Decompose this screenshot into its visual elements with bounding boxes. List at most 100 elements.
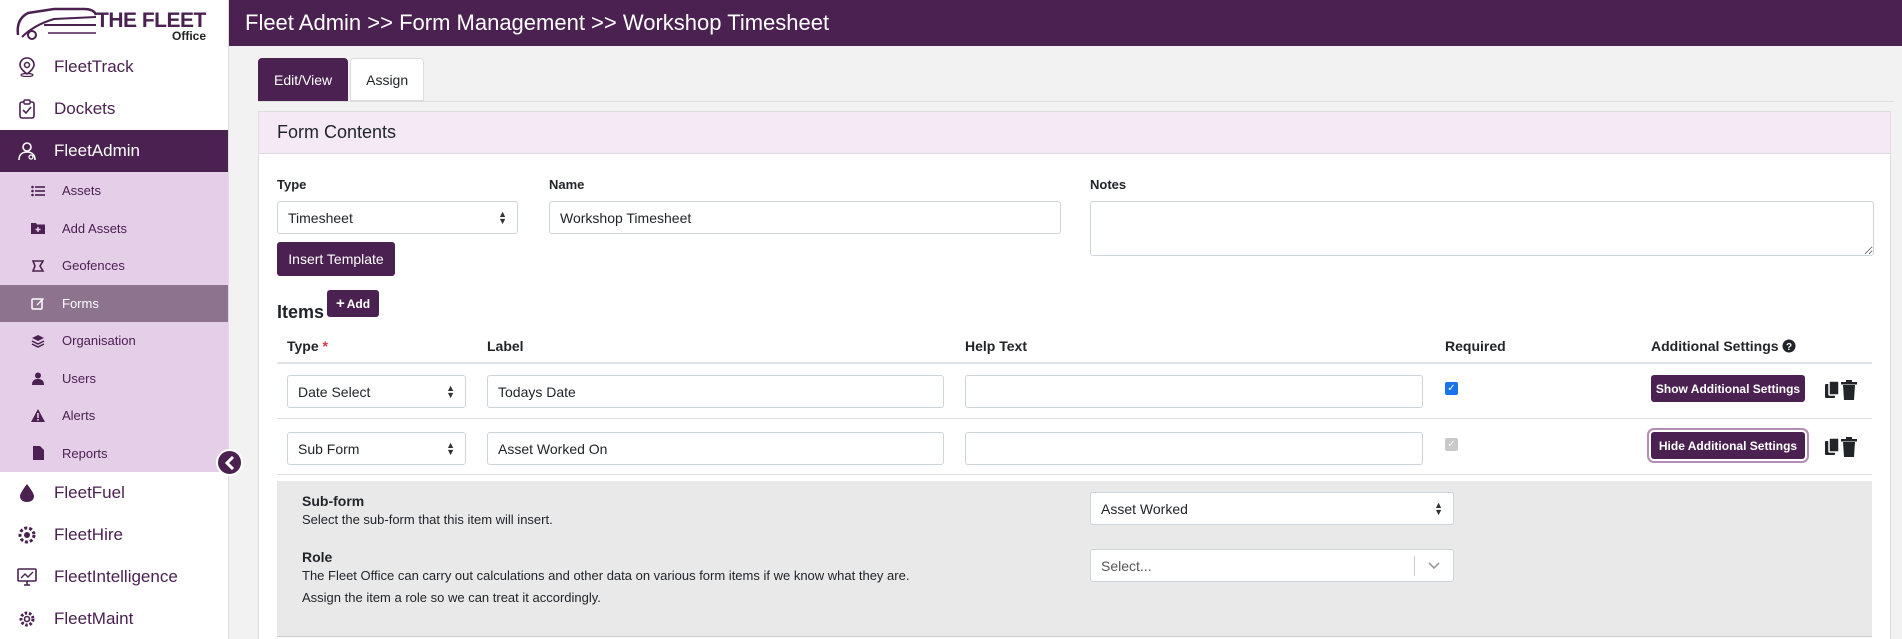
role-title: Role	[302, 549, 333, 565]
plus-icon: +	[335, 295, 345, 312]
subform-value: Asset Worked	[1101, 500, 1188, 517]
chevron-down-icon	[1428, 561, 1440, 569]
subform-select[interactable]: Asset Worked ▲ ▼	[1090, 492, 1454, 525]
add-item-label: Add	[346, 296, 371, 311]
item-label-input[interactable]: Asset Worked On	[487, 432, 944, 465]
nav-label: FleetMaint	[54, 609, 134, 628]
item-label-input[interactable]: Todays Date	[487, 375, 944, 408]
nav-fleetintelligence[interactable]: FleetIntelligence	[0, 556, 228, 598]
item-type-select[interactable]: Sub Form ▲ ▼	[287, 432, 466, 465]
sidebar-item-label: Organisation	[62, 333, 136, 349]
tab-bar: Edit/View Assign	[258, 58, 426, 101]
svg-text:?: ?	[1786, 342, 1792, 353]
form-name-input[interactable]: Workshop Timesheet	[549, 201, 1061, 234]
admin-user-icon	[16, 140, 38, 162]
nav-label: FleetTrack	[54, 57, 134, 76]
role-placeholder: Select...	[1101, 557, 1152, 574]
card-header: Form Contents	[259, 112, 1890, 154]
gear-icon	[16, 608, 38, 630]
sidebar-item-alerts[interactable]: Alerts	[0, 397, 228, 435]
nav-dockets[interactable]: Dockets	[0, 88, 228, 130]
sidebar-item-label: Alerts	[62, 408, 96, 424]
app-root: THE FLEET Office FleetTrack Dockets Flee…	[0, 0, 1902, 639]
sidebar-item-add-assets[interactable]: Add Assets	[0, 210, 228, 248]
copy-icon[interactable]	[1824, 437, 1840, 457]
sidebar-item-forms[interactable]: Forms	[0, 284, 228, 322]
item-required-checkbox[interactable]: ✓	[1445, 382, 1458, 395]
col-label-header: Label	[487, 338, 524, 354]
role-select[interactable]: Select...	[1090, 549, 1454, 582]
monitor-icon	[16, 566, 38, 588]
select-caret-icon: ▲ ▼	[498, 208, 507, 226]
item-required-checkbox[interactable]: ✓	[1445, 438, 1458, 451]
col-additional-label: Additional Settings	[1651, 338, 1779, 354]
select-caret-icon: ▲ ▼	[446, 439, 455, 457]
hide-additional-settings-button[interactable]: Hide Additional Settings	[1651, 432, 1805, 459]
sidebar-item-users[interactable]: Users	[0, 360, 228, 398]
edit-icon	[30, 295, 46, 311]
chevron-left-icon	[224, 455, 234, 470]
nav-fleethire[interactable]: FleetHire	[0, 514, 228, 556]
tab-edit-view[interactable]: Edit/View	[258, 58, 349, 101]
item-help-input[interactable]	[965, 375, 1423, 408]
trash-icon[interactable]	[1841, 380, 1857, 400]
copy-icon[interactable]	[1824, 380, 1840, 400]
add-item-button[interactable]: + Add	[327, 290, 379, 317]
fuel-drop-icon	[16, 482, 38, 504]
sidebar-item-label: Add Assets	[62, 220, 128, 236]
subform-description: Select the sub-form that this item will …	[302, 512, 553, 527]
geofence-icon	[30, 258, 46, 274]
item-type-value: Date Select	[298, 383, 371, 400]
items-title: Items	[277, 302, 325, 322]
nav-label: FleetIntelligence	[54, 567, 178, 586]
form-contents-card: Form Contents Type Timesheet ▲ ▼ Name Wor…	[258, 111, 1891, 639]
row-divider	[277, 418, 1872, 419]
sidebar-item-reports[interactable]: Reports	[0, 435, 228, 473]
name-label: Name	[549, 177, 585, 192]
user-icon	[30, 370, 46, 386]
sidebar-item-label: Geofences	[62, 258, 125, 274]
logo-subtext: Office	[172, 29, 207, 43]
nav-fleetfuel[interactable]: FleetFuel	[0, 472, 228, 514]
insert-template-button[interactable]: Insert Template	[277, 242, 395, 276]
table-header-divider	[277, 362, 1872, 364]
role-description-1: The Fleet Office can carry out calculati…	[302, 568, 910, 583]
role-select-indicator	[1414, 550, 1453, 581]
nav-label: Dockets	[54, 99, 116, 118]
sidebar-item-organisation[interactable]: Organisation	[0, 322, 228, 360]
item-help-input[interactable]	[965, 432, 1423, 465]
col-help-header: Help Text	[965, 338, 1027, 354]
col-required-header: Required	[1445, 338, 1506, 354]
tab-divider	[258, 101, 1894, 102]
additional-settings-panel: Sub-form Select the sub-form that this i…	[277, 481, 1872, 637]
col-type-header: Type *	[287, 338, 328, 354]
help-circle-icon[interactable]: ?	[1782, 339, 1796, 353]
show-additional-settings-button[interactable]: Show Additional Settings	[1651, 375, 1805, 402]
tab-assign[interactable]: Assign	[350, 58, 425, 101]
nav-fleettrack[interactable]: FleetTrack	[0, 46, 228, 88]
layers-icon	[30, 333, 46, 349]
breadcrumb: Fleet Admin >> Form Management >> Worksh…	[229, 0, 1902, 46]
select-caret-icon: ▲ ▼	[446, 382, 455, 400]
folder-plus-icon	[30, 220, 46, 236]
required-star: *	[322, 338, 328, 354]
nav-label: FleetFuel	[54, 483, 125, 502]
map-pin-icon	[16, 56, 38, 78]
clipboard-icon	[16, 98, 38, 120]
nav-fleetadmin[interactable]: FleetAdmin	[0, 130, 228, 172]
fleetadmin-submenu: Assets Add Assets Geofences Forms Organi…	[0, 172, 228, 472]
sidebar: THE FLEET Office FleetTrack Dockets Flee…	[0, 0, 229, 639]
logo[interactable]: THE FLEET Office	[0, 0, 228, 46]
sidebar-item-assets[interactable]: Assets	[0, 172, 228, 210]
form-notes-textarea[interactable]	[1090, 201, 1874, 256]
form-type-value: Timesheet	[288, 209, 353, 226]
collapse-sidebar-button[interactable]	[216, 449, 243, 476]
sidebar-item-geofences[interactable]: Geofences	[0, 247, 228, 285]
subform-title: Sub-form	[302, 493, 365, 509]
col-type-label: Type	[287, 338, 319, 354]
trash-icon[interactable]	[1841, 437, 1857, 457]
item-type-select[interactable]: Date Select ▲ ▼	[287, 375, 466, 408]
sidebar-item-label: Reports	[62, 445, 108, 461]
nav-fleetmaint[interactable]: FleetMaint	[0, 598, 228, 639]
form-type-select[interactable]: Timesheet ▲ ▼	[277, 201, 518, 234]
